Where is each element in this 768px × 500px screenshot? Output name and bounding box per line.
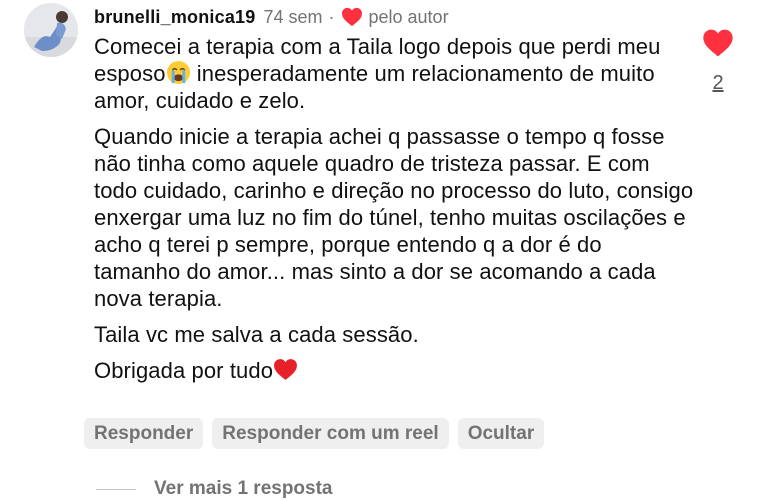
view-more-replies-label: Ver mais 1 resposta [154, 478, 333, 499]
username-link[interactable]: brunelli_monica19 [94, 7, 255, 28]
comment-age: 74 sem [263, 6, 323, 27]
red-heart-icon [273, 357, 298, 382]
comment-paragraph: Taila vc me salva a cada sessão. [94, 322, 419, 347]
replies-divider-line [96, 488, 136, 490]
avatar-photo [24, 3, 78, 57]
comment-text: Comecei a terapia com a Taila logo depoi… [94, 33, 694, 393]
view-more-replies-button[interactable]: Ver mais 1 resposta [96, 478, 333, 500]
like-count[interactable]: 2 [700, 72, 736, 95]
reply-with-reel-button[interactable]: Responder com um reel [212, 418, 449, 449]
comment-paragraph: Obrigada por tudo [94, 357, 694, 384]
like-column: 2 [700, 28, 736, 95]
paragraph-text: Obrigada por tudo [94, 358, 274, 383]
comment-paragraph: Quando inicie a terapia achei q passasse… [94, 124, 694, 311]
author-heart-icon [341, 7, 363, 27]
comment-actions: Responder Responder com um reel Ocultar [84, 418, 545, 449]
reply-button[interactable]: Responder [84, 418, 204, 449]
meta-separator: · [328, 6, 335, 27]
crying-face-icon [166, 60, 191, 85]
like-heart-icon[interactable] [702, 28, 734, 58]
hide-button[interactable]: Ocultar [457, 418, 545, 449]
comment-paragraph: Comecei a terapia com a Taila logo depoi… [94, 33, 694, 114]
author-like-label: pelo autor [368, 6, 449, 27]
user-avatar[interactable] [24, 3, 78, 57]
comment-meta: brunelli_monica19 74 sem · pelo autor [94, 4, 449, 30]
